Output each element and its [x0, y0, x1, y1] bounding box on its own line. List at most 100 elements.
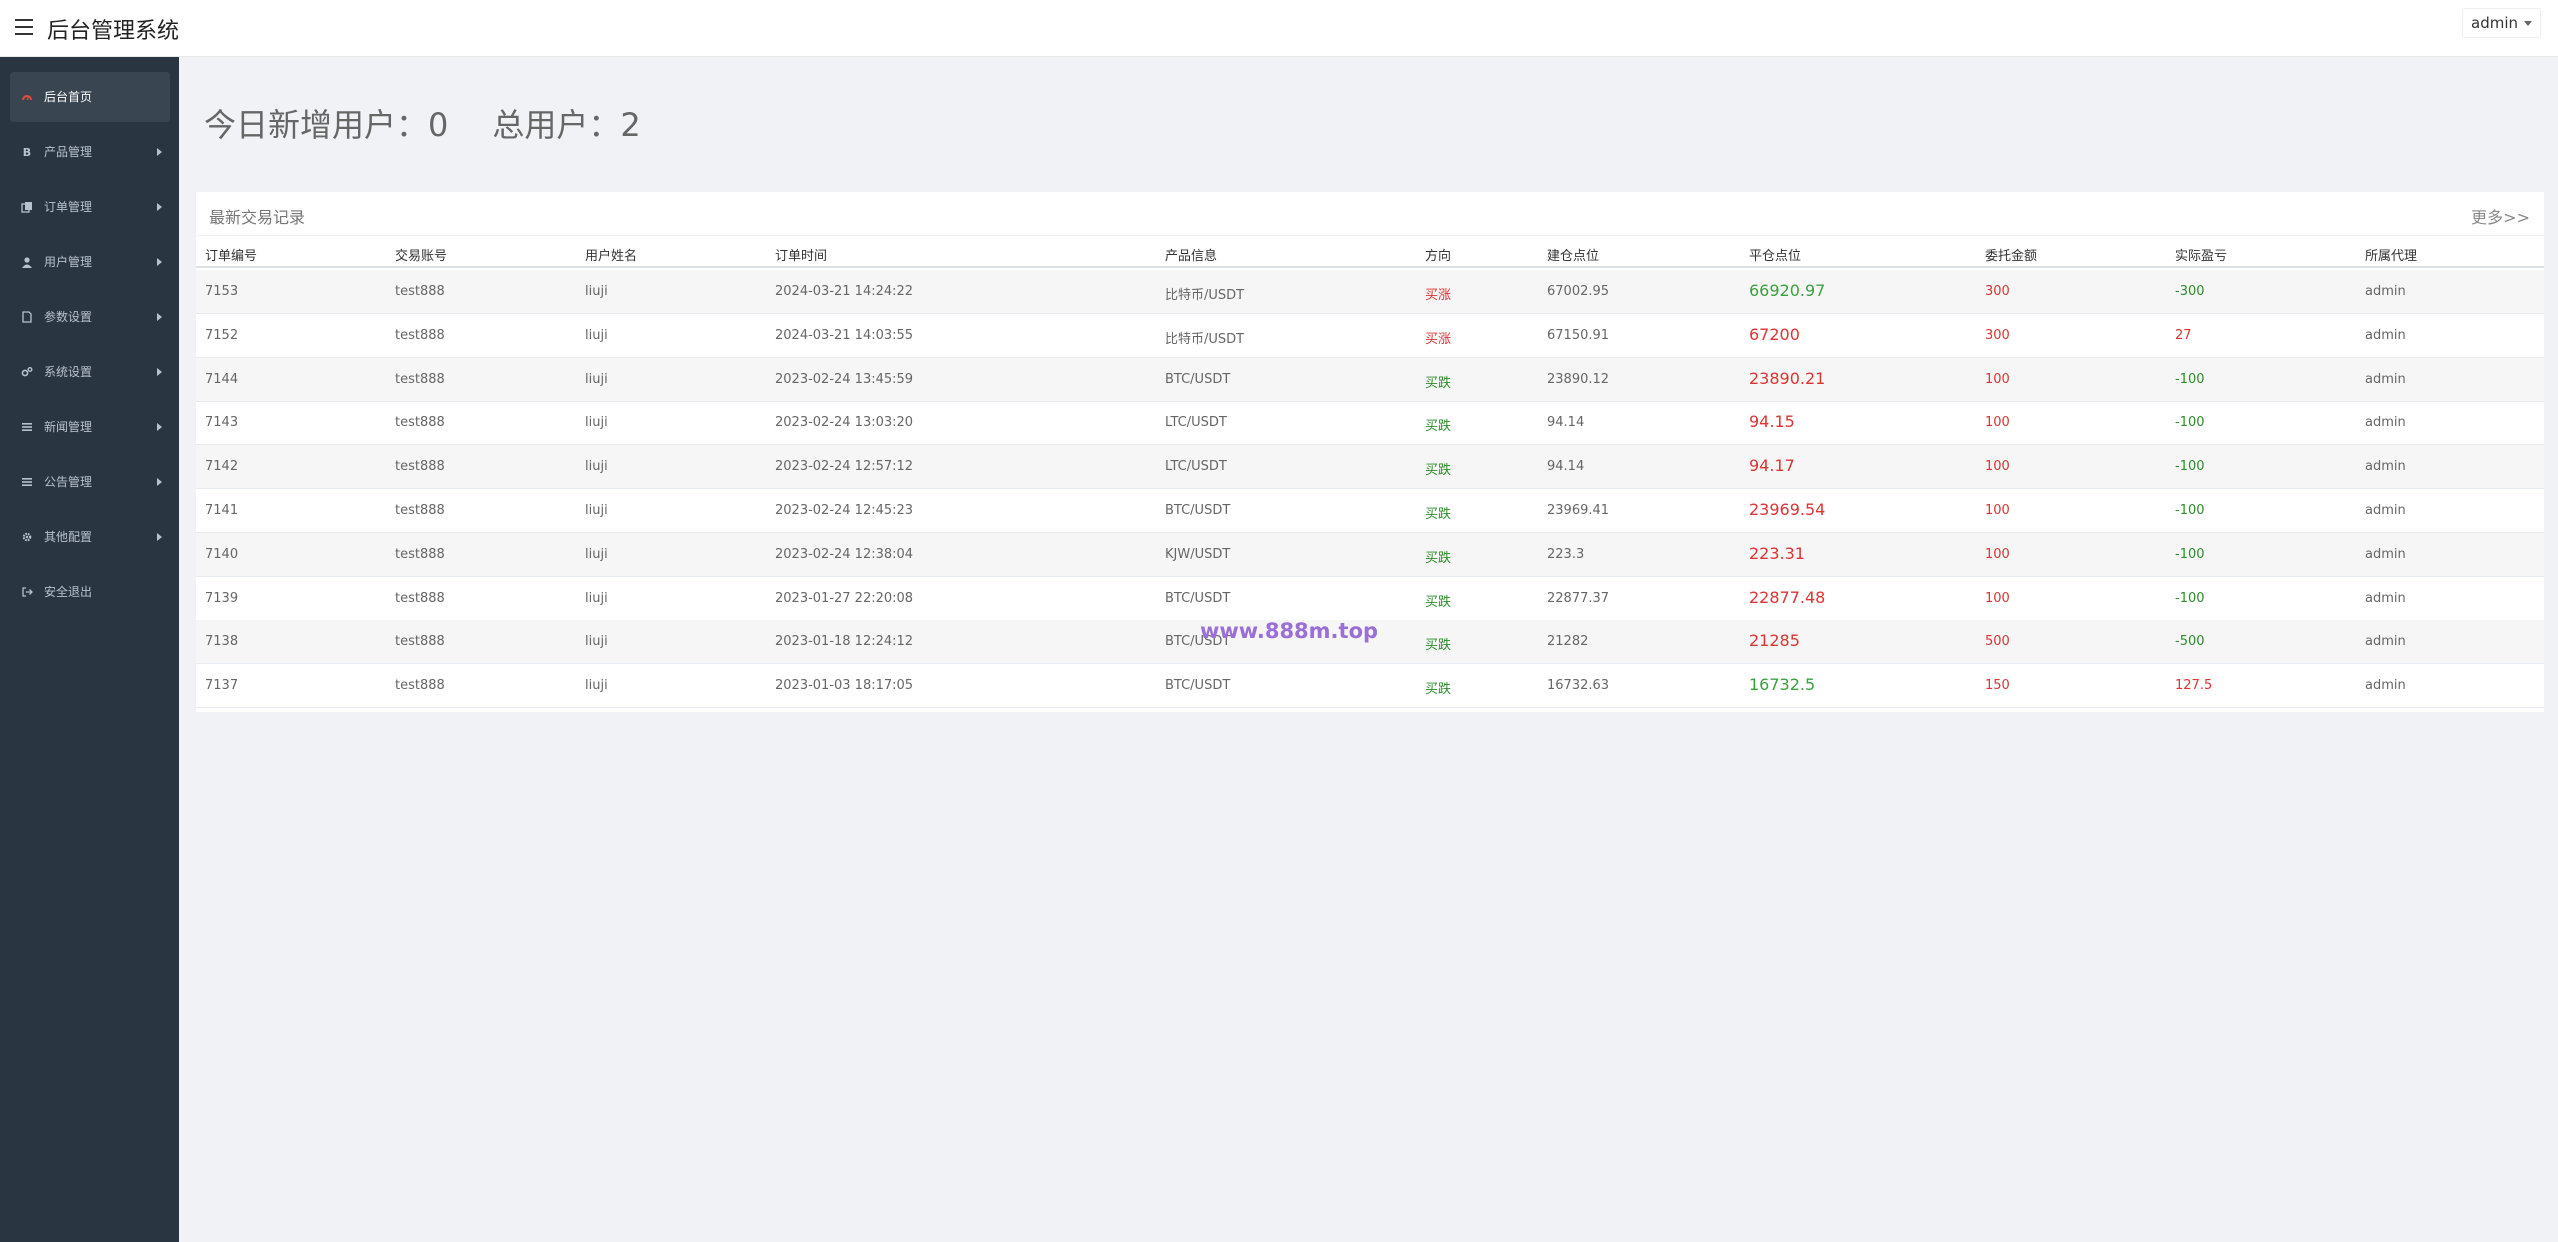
sidebar-item-label: 安全退出: [44, 585, 93, 599]
caret-right-icon: [157, 258, 162, 266]
watermark-text: www.888m.top: [1200, 619, 1379, 643]
cell-agent: admin: [2365, 503, 2406, 518]
today-new-users-label: 今日新增用户：: [204, 106, 429, 144]
cell-agent: admin: [2365, 546, 2406, 562]
cell-close-price: 223.31: [1749, 543, 1805, 563]
caret-right-icon: [157, 533, 162, 541]
app-title: 后台管理系统: [47, 19, 180, 44]
sidebar-item-10[interactable]: 安全退出: [10, 567, 170, 617]
file-icon: [20, 310, 34, 324]
sidebar-item-9[interactable]: 其他配置: [10, 512, 170, 562]
hamburger-menu-icon[interactable]: [15, 19, 33, 35]
cell-product: BTC/USDT: [1165, 503, 1231, 518]
cell-user-name: liuji: [585, 634, 608, 650]
sidebar-item-1[interactable]: 后台首页: [10, 72, 170, 122]
sidebar: 后台首页 B 产品管理订单管理用户管理参数设置系统设置新闻管理 公告管理 其他配置安全退…: [0, 57, 179, 1242]
cell-close-price: 94.15: [1749, 412, 1795, 432]
cell-order-id: 7153: [205, 284, 239, 299]
sign-out-icon: [20, 585, 34, 599]
user-icon: [20, 255, 34, 269]
sidebar-item-4[interactable]: 用户管理: [10, 237, 170, 287]
cell-amount: 100: [1985, 371, 2010, 387]
cell-direction: 买跌: [1425, 375, 1452, 391]
cell-profit-loss: -100: [2175, 590, 2205, 606]
cell-order-time: 2023-02-24 13:03:20: [775, 415, 914, 431]
cell-open-price: 223.3: [1547, 546, 1585, 562]
cell-product: 比特币/USDT: [1165, 331, 1245, 347]
column-header-open-price: 建仓点位: [1547, 249, 1600, 264]
cell-product: LTC/USDT: [1165, 459, 1227, 475]
cell-user-name: liuji: [585, 415, 608, 431]
user-dropdown[interactable]: admin: [2462, 8, 2541, 38]
panel-header: 最新交易记录 更多>>: [196, 192, 2544, 236]
cell-agent: admin: [2365, 590, 2406, 606]
table-row: 7144 test888 liuji 2023-02-24 13:45:59 BTC/U…: [196, 357, 2544, 402]
cell-open-price: 23969.41: [1547, 503, 1610, 518]
cell-amount: 300: [1985, 327, 2010, 343]
panel-title: 最新交易记录: [209, 208, 306, 227]
cell-close-price: 94.17: [1749, 456, 1795, 476]
sidebar-item-label: 系统设置: [44, 365, 93, 379]
cell-user-name: liuji: [585, 678, 608, 694]
cell-order-time: 2023-02-24 12:38:04: [775, 546, 914, 562]
cell-account: test888: [395, 678, 445, 694]
sidebar-item-6[interactable]: 系统设置: [10, 347, 170, 397]
cell-open-price: 94.14: [1547, 415, 1585, 431]
sidebar-item-7[interactable]: 新闻管理: [10, 402, 170, 452]
cell-order-id: 7141: [205, 503, 239, 518]
copy-icon: [20, 200, 34, 214]
cell-user-name: liuji: [585, 327, 608, 343]
column-header-product: 产品信息: [1165, 249, 1218, 264]
list-icon: [20, 475, 34, 489]
cell-agent: admin: [2365, 284, 2406, 299]
dashboard-icon: [20, 90, 34, 104]
cell-order-id: 7138: [205, 634, 239, 650]
column-header-agent: 所属代理: [2365, 249, 2418, 264]
more-link[interactable]: 更多>>: [2471, 204, 2530, 228]
gears-icon: [20, 365, 34, 379]
cell-order-time: 2023-01-18 12:24:12: [775, 634, 914, 650]
cell-product: BTC/USDT: [1165, 590, 1231, 606]
cell-close-price: 21285: [1749, 631, 1800, 651]
cell-agent: admin: [2365, 327, 2406, 343]
sidebar-item-label: 后台首页: [44, 90, 93, 104]
cell-user-name: liuji: [585, 371, 608, 387]
cell-agent: admin: [2365, 459, 2406, 475]
table-row: 7152 test888 liuji 2024-03-21 14:03:55 比特币/U…: [196, 314, 2544, 358]
cell-direction: 买涨: [1425, 331, 1452, 347]
table-row: 7137 test888 liuji 2023-01-03 18:17:05 BTC/U…: [196, 664, 2544, 709]
user-stats: 今日新增用户：0 总用户：2: [204, 100, 641, 146]
cell-user-name: liuji: [585, 459, 608, 475]
cell-direction: 买跌: [1425, 550, 1452, 566]
cell-user-name: liuji: [585, 546, 608, 562]
sidebar-item-label: 订单管理: [44, 200, 93, 214]
cell-amount: 100: [1985, 503, 2010, 518]
cell-order-id: 7142: [205, 459, 239, 475]
cell-amount: 150: [1985, 678, 2010, 694]
sidebar-item-5[interactable]: 参数设置: [10, 292, 170, 342]
column-header-account: 交易账号: [395, 249, 448, 264]
cell-amount: 300: [1985, 284, 2010, 299]
table-row: 7140 test888 liuji 2023-02-24 12:38:04 KJW/U…: [196, 532, 2544, 577]
cell-order-time: 2023-01-27 22:20:08: [775, 590, 914, 606]
column-header-direction: 方向: [1425, 249, 1452, 264]
cell-open-price: 16732.63: [1547, 678, 1610, 694]
sidebar-item-8[interactable]: 公告管理: [10, 457, 170, 507]
cell-open-price: 67150.91: [1547, 327, 1610, 343]
cell-close-price: 67200: [1749, 324, 1800, 344]
sidebar-item-label: 参数设置: [44, 310, 93, 324]
cell-close-price: 66920.97: [1749, 281, 1826, 300]
sidebar-item-label: 产品管理: [44, 145, 93, 159]
cell-direction: 买跌: [1425, 594, 1452, 610]
sidebar-item-2[interactable]: B 产品管理: [10, 127, 170, 177]
cell-account: test888: [395, 634, 445, 650]
sidebar-item-3[interactable]: 订单管理: [10, 182, 170, 232]
column-header-amount: 委托金额: [1985, 249, 2038, 264]
cell-order-id: 7144: [205, 371, 239, 387]
total-users-label: 总用户：: [492, 106, 621, 144]
table-row: 7142 test888 liuji 2023-02-24 12:57:12 LTC/U…: [196, 445, 2544, 490]
cell-agent: admin: [2365, 634, 2406, 650]
cell-direction: 买涨: [1425, 288, 1452, 303]
sidebar-item-label: 用户管理: [44, 255, 93, 269]
table-header: 订单编号 交易账号 用户姓名 订单时间 产品信息 方向 建仓点位 平仓点位 委托金额 实际盈亏 所属…: [196, 236, 2544, 268]
